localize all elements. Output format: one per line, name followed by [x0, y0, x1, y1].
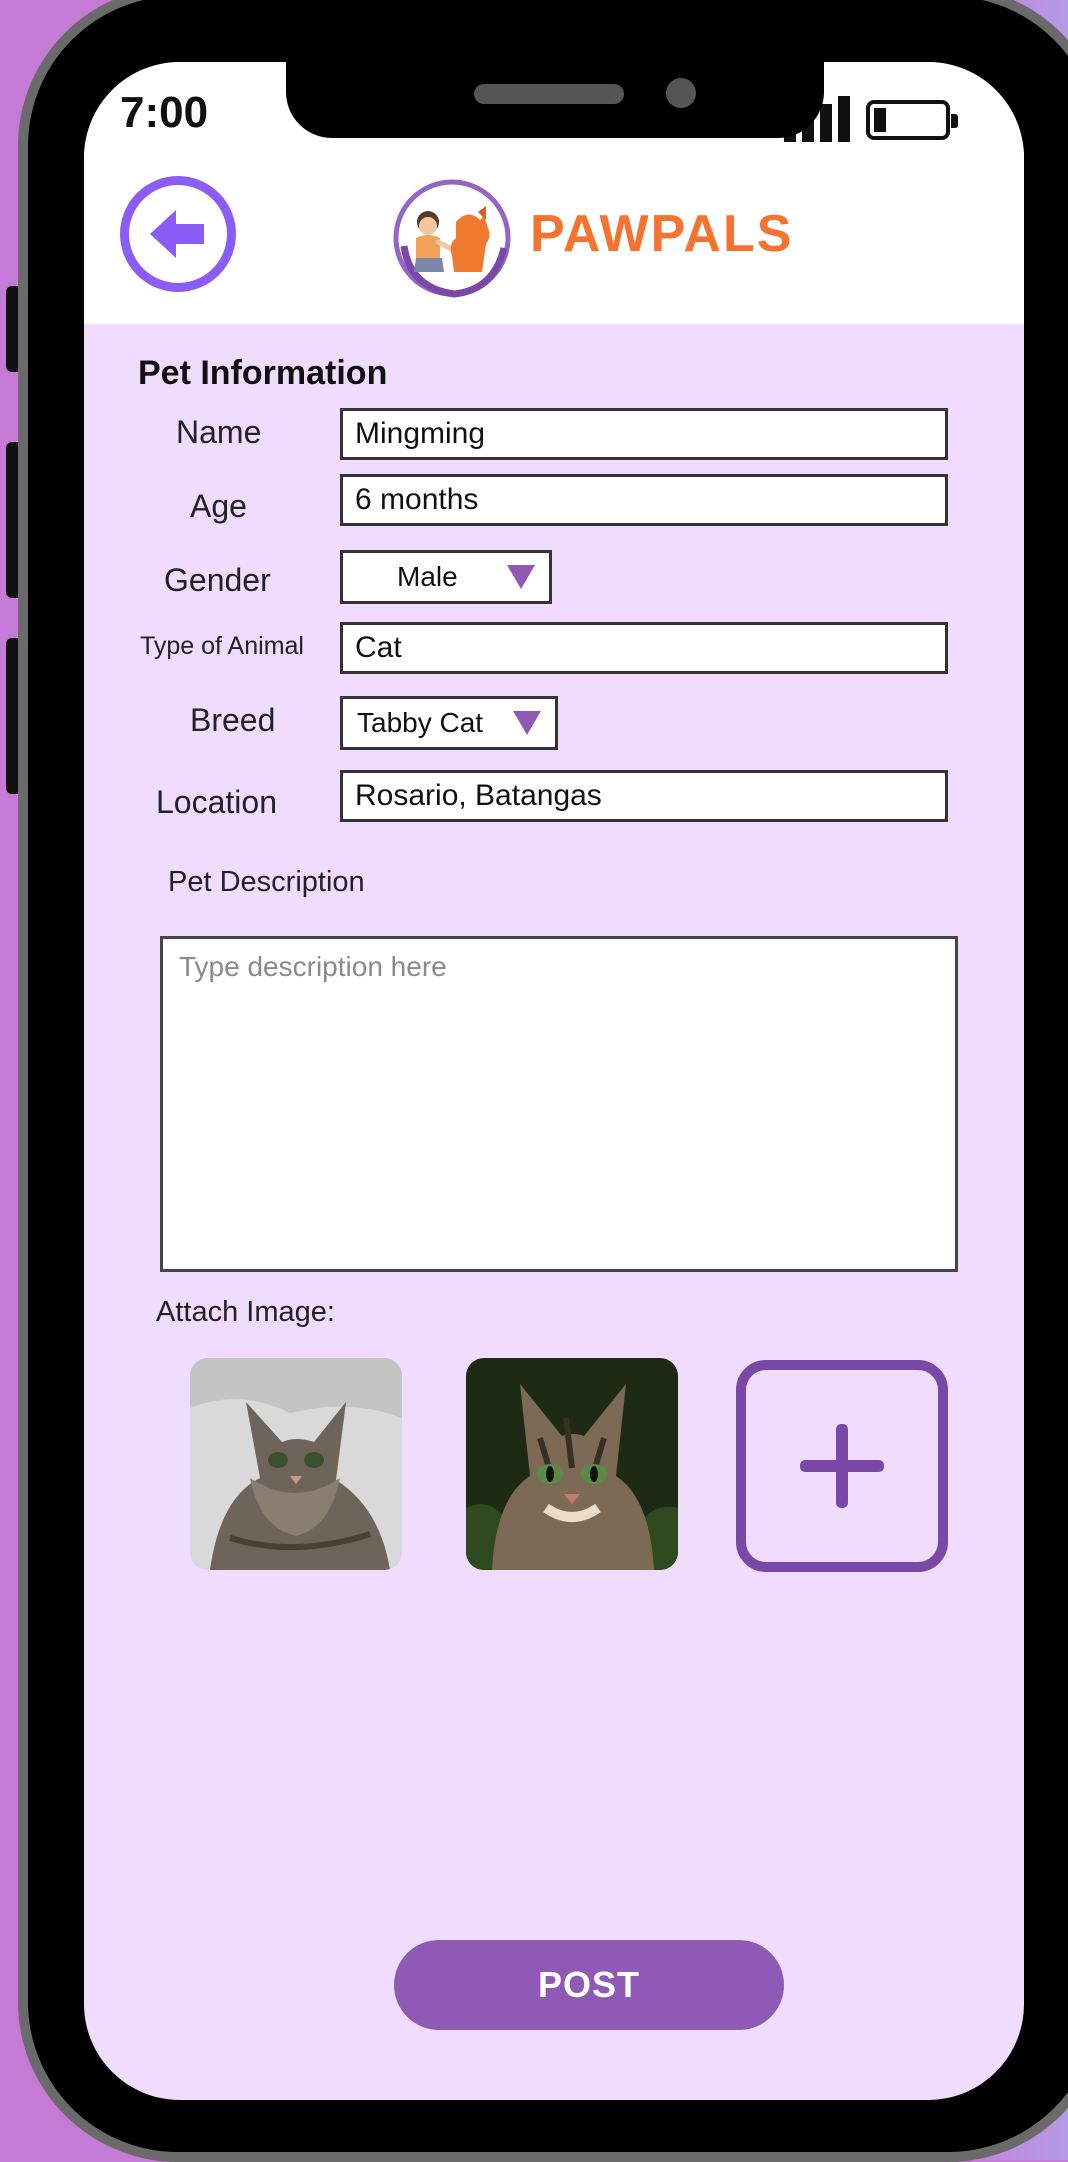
post-button[interactable]: POST — [394, 1940, 784, 2030]
animal-type-label: Type of Animal — [140, 632, 304, 660]
name-label: Name — [176, 414, 262, 450]
app-screen: 7:00 PAWPALS Pet Information Name Mingmi… — [84, 62, 1024, 2100]
back-button[interactable] — [120, 176, 236, 292]
gender-value: Male — [397, 561, 458, 592]
camera-icon — [666, 78, 696, 108]
gender-select[interactable]: Male — [340, 550, 552, 604]
pawpals-logo-icon — [393, 179, 511, 298]
plus-icon — [800, 1424, 884, 1508]
name-field[interactable]: Mingming — [340, 408, 948, 460]
status-time: 7:00 — [120, 88, 209, 137]
breed-value: Tabby Cat — [357, 707, 484, 738]
breed-label: Breed — [190, 702, 276, 738]
battery-icon — [866, 100, 958, 140]
attach-image-label: Attach Image: — [156, 1296, 335, 1328]
add-image-button[interactable] — [736, 1360, 948, 1572]
arrow-left-icon — [150, 210, 204, 258]
description-input[interactable] — [160, 936, 958, 1272]
section-title: Pet Information — [138, 354, 388, 392]
cat-photo-2 — [466, 1358, 678, 1570]
brand-name: PAWPALS — [530, 205, 794, 263]
cat-photo-1 — [190, 1358, 402, 1570]
breed-select[interactable]: Tabby Cat — [340, 696, 558, 750]
location-field[interactable]: Rosario, Batangas — [340, 770, 948, 822]
pet-photo-thumbnail[interactable] — [190, 1358, 402, 1570]
dropdown-arrow-icon — [507, 565, 535, 589]
age-field[interactable]: 6 months — [340, 474, 948, 526]
age-label: Age — [190, 488, 247, 524]
pet-photo-thumbnail[interactable] — [466, 1358, 678, 1570]
animal-type-field[interactable]: Cat — [340, 622, 948, 674]
dropdown-arrow-icon — [513, 711, 541, 735]
speaker-icon — [474, 84, 624, 104]
description-label: Pet Description — [168, 866, 365, 898]
phone-notch — [286, 62, 824, 138]
gender-label: Gender — [164, 562, 271, 598]
location-label: Location — [156, 784, 277, 820]
